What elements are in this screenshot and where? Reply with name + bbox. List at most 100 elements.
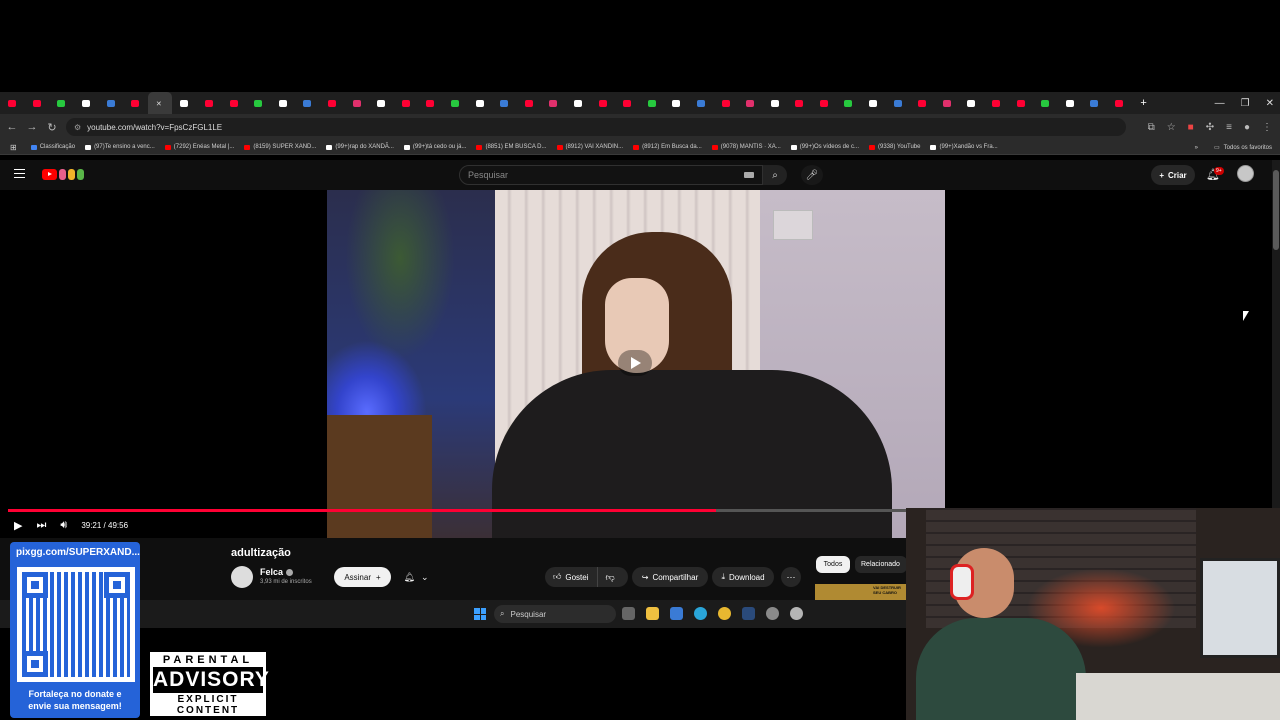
browser-tab[interactable] xyxy=(738,92,763,114)
reading-list-icon[interactable]: ≡ xyxy=(1226,122,1232,133)
bookmark-item[interactable]: (99+)rap do XANDÃ... xyxy=(326,144,394,150)
settings-icon[interactable] xyxy=(766,607,779,620)
windows-start-icon[interactable] xyxy=(474,608,486,620)
channel-avatar[interactable] xyxy=(231,566,253,588)
browser-tab[interactable] xyxy=(197,92,222,114)
restore-icon[interactable]: ❐ xyxy=(1241,98,1250,109)
browser-tab[interactable] xyxy=(590,92,615,114)
browser-tab[interactable] xyxy=(984,92,1009,114)
play-icon[interactable]: ▶ xyxy=(14,519,22,532)
volume-icon[interactable]: 🔊︎ xyxy=(60,519,67,532)
bookmark-item[interactable]: (8851) EM BUSCA D... xyxy=(476,144,547,150)
apps-icon[interactable]: ⊞ xyxy=(10,143,17,152)
browser-tab[interactable] xyxy=(1008,92,1033,114)
keyboard-icon[interactable] xyxy=(744,172,754,178)
browser-tab[interactable] xyxy=(246,92,271,114)
store-icon[interactable] xyxy=(670,607,683,620)
new-tab-button[interactable]: + xyxy=(1131,92,1156,114)
create-button[interactable]: + Criar xyxy=(1151,165,1195,185)
youtube-logo[interactable] xyxy=(42,169,57,180)
profile-icon[interactable]: ● xyxy=(1244,122,1250,133)
close-window-icon[interactable]: ✕ xyxy=(1266,98,1274,109)
browser-tab[interactable] xyxy=(861,92,886,114)
account-avatar[interactable] xyxy=(1237,165,1254,182)
download-button[interactable]: ⤓ Download xyxy=(712,567,774,587)
browser-tab[interactable] xyxy=(566,92,591,114)
url-field[interactable]: ⚙ youtube.com/watch?v=FpsCzFGL1LE xyxy=(66,118,1126,136)
browser-tab[interactable] xyxy=(492,92,517,114)
more-bookmarks-icon[interactable]: » xyxy=(1195,145,1198,151)
browser-tab[interactable] xyxy=(221,92,246,114)
browser-tab[interactable] xyxy=(123,92,148,114)
all-bookmarks-link[interactable]: Todos os favoritos xyxy=(1224,145,1272,151)
bookmark-item[interactable]: (9338) YouTube xyxy=(869,144,920,150)
bookmark-item[interactable]: (99+)Os vídeos de c... xyxy=(790,144,859,150)
browser-tab[interactable] xyxy=(787,92,812,114)
bookmark-item[interactable]: (8912) Em Busca da... xyxy=(633,144,702,150)
browser-tab[interactable] xyxy=(394,92,419,114)
bookmark-item[interactable]: (97)Te ensino a venc... xyxy=(85,144,155,150)
bookmark-item[interactable]: (8159) SUPER XAND... xyxy=(244,144,316,150)
browser-tab[interactable] xyxy=(1082,92,1107,114)
browser-tab[interactable] xyxy=(344,92,369,114)
chip-related[interactable]: Relacionado xyxy=(855,556,907,573)
related-thumbnail[interactable]: VAI DESTRUIR SEU CABRO xyxy=(815,584,906,600)
browser-tab[interactable] xyxy=(74,92,99,114)
next-icon[interactable]: ⏭ xyxy=(36,519,46,532)
video-frame[interactable] xyxy=(327,190,945,538)
notification-preference-button[interactable]: 🔔︎ ⌄ xyxy=(396,567,436,587)
browser-tab[interactable] xyxy=(689,92,714,114)
browser-tab[interactable] xyxy=(320,92,345,114)
dislike-button[interactable]: 👎︎ xyxy=(598,572,623,583)
browser-tab[interactable] xyxy=(1107,92,1132,114)
browser-tab[interactable] xyxy=(812,92,837,114)
more-actions-button[interactable]: ⋯ xyxy=(781,567,801,587)
video-player[interactable]: ▶ ⏭ 🔊︎ 39:21 / 49:56 xyxy=(0,190,1272,538)
menu-icon[interactable]: ⋮ xyxy=(1262,122,1272,133)
channel-name[interactable]: Felca xyxy=(260,567,294,577)
site-info-icon[interactable]: ⚙ xyxy=(74,123,81,132)
search-button[interactable]: ⌕ xyxy=(763,165,787,185)
browser-tab[interactable] xyxy=(369,92,394,114)
browser-tab[interactable] xyxy=(516,92,541,114)
forward-icon[interactable]: → xyxy=(22,121,42,133)
browser-tab[interactable] xyxy=(0,92,25,114)
edge-icon[interactable] xyxy=(694,607,707,620)
center-play-icon[interactable] xyxy=(618,350,652,376)
browser-tab[interactable] xyxy=(639,92,664,114)
browser-tab[interactable] xyxy=(271,92,296,114)
steam-icon[interactable] xyxy=(742,607,755,620)
bookmark-star-icon[interactable]: ☆ xyxy=(1167,122,1176,133)
scrollbar-thumb[interactable] xyxy=(1273,170,1279,250)
like-button[interactable]: 👍︎ Gostei xyxy=(545,567,598,587)
extension-icon[interactable]: ■ xyxy=(1188,122,1194,133)
browser-tab[interactable] xyxy=(836,92,861,114)
browser-tab[interactable] xyxy=(295,92,320,114)
chrome-icon[interactable] xyxy=(718,607,731,620)
browser-tab[interactable] xyxy=(713,92,738,114)
install-icon[interactable]: ⧉ xyxy=(1148,122,1155,133)
extensions-puzzle-icon[interactable]: ✣ xyxy=(1206,122,1214,133)
hamburger-menu-icon[interactable] xyxy=(14,169,25,178)
browser-tab[interactable] xyxy=(1033,92,1058,114)
bookmark-item[interactable]: Classificação xyxy=(30,144,75,150)
back-icon[interactable]: ← xyxy=(2,121,22,133)
browser-tab[interactable] xyxy=(959,92,984,114)
browser-tab[interactable] xyxy=(172,92,197,114)
app-icon[interactable] xyxy=(790,607,803,620)
bookmark-item[interactable]: (7292) Enéas Metal |... xyxy=(164,144,234,150)
browser-tab[interactable] xyxy=(935,92,960,114)
browser-tab[interactable] xyxy=(762,92,787,114)
bookmark-item[interactable]: (9078) MANTIS · XA... xyxy=(711,144,781,150)
file-explorer-icon[interactable] xyxy=(646,607,659,620)
search-input[interactable]: Pesquisar xyxy=(459,165,763,185)
logo-doodle[interactable] xyxy=(59,169,93,180)
browser-tab[interactable] xyxy=(443,92,468,114)
chip-all[interactable]: Todos xyxy=(816,556,850,573)
task-view-icon[interactable] xyxy=(622,607,635,620)
bookmark-item[interactable]: (99+)tá cedo ou já... xyxy=(403,144,466,150)
taskbar-search[interactable]: ⌕ Pesquisar xyxy=(494,605,616,623)
tab-active[interactable]: ✕ xyxy=(147,92,173,114)
minimize-icon[interactable]: — xyxy=(1215,98,1225,109)
subscribe-button[interactable]: Assinar + xyxy=(334,567,391,587)
